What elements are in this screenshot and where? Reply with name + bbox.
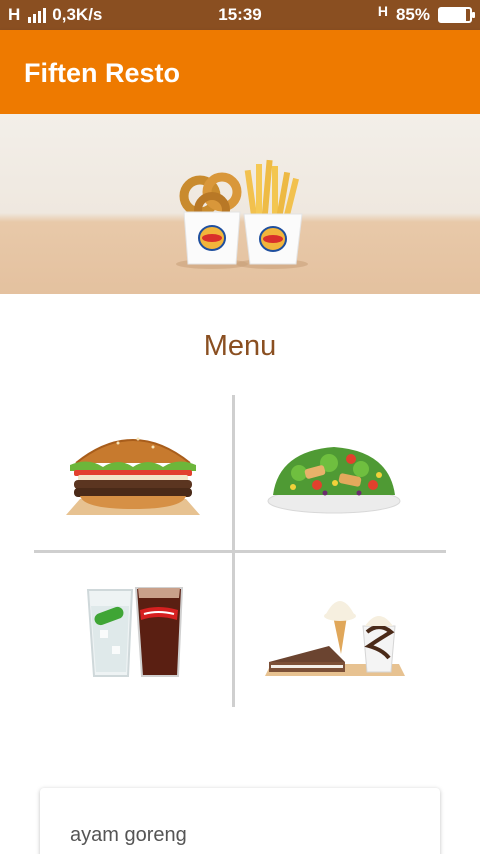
- hero-banner: [0, 114, 480, 294]
- app-title: Fiften Resto: [24, 58, 181, 88]
- battery-icon: [438, 7, 475, 23]
- app-bar: Fiften Resto: [0, 30, 480, 114]
- menu-list-card[interactable]: ayam goreng: [40, 788, 440, 854]
- menu-item-dessert[interactable]: [235, 553, 433, 708]
- menu-item-drinks[interactable]: [34, 553, 232, 708]
- menu-item-salad[interactable]: [235, 395, 433, 550]
- burger-icon: [66, 437, 200, 515]
- menu-title: Menu: [203, 330, 277, 362]
- fries-icon: [243, 159, 303, 265]
- dessert-icon: [265, 600, 405, 676]
- hero-food-image: [176, 159, 308, 269]
- menu-item-burger[interactable]: [34, 395, 232, 550]
- battery-level: [440, 9, 466, 21]
- menu-grid: [34, 395, 446, 707]
- card-item-label: ayam goreng: [70, 824, 187, 846]
- status-bar: H 0,3K/s 15:39 H 85%: [0, 0, 480, 30]
- onion-rings-icon: [179, 172, 242, 265]
- battery-percent: 85%: [395, 5, 430, 24]
- salad-icon: [267, 446, 401, 513]
- status-right: H 85%: [377, 3, 475, 25]
- drinks-icon: [86, 586, 184, 677]
- network-type: H: [377, 3, 388, 19]
